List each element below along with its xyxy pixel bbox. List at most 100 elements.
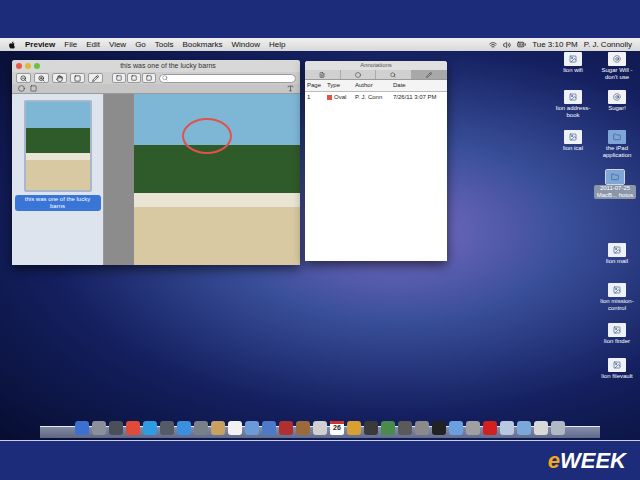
thumbnail-label: this was one of the lucky barns [15,195,101,211]
desktop-icon[interactable]: lion ical [552,130,594,152]
view-thumbs-button[interactable] [127,73,141,83]
dock-app-icon[interactable] [194,421,208,435]
zoom-out-button[interactable] [16,73,31,83]
apple-icon[interactable] [8,41,16,49]
tool-tab[interactable] [341,70,377,79]
dock-app-icon[interactable] [75,421,89,435]
dock-app-icon[interactable] [483,421,497,435]
dock-app-icon[interactable] [432,421,446,435]
view-grid-button[interactable] [142,73,156,83]
desktop-icon[interactable]: lion mission-control [596,283,638,312]
dock-app-icon[interactable] [211,421,225,435]
dock-app-icon[interactable] [551,421,565,435]
view-single-button[interactable] [112,73,126,83]
window-title: this was one of the lucky barns [40,61,296,72]
menu-item[interactable]: Go [135,39,146,51]
desktop-icon[interactable]: lion filevault [596,358,638,380]
dock-app-icon[interactable] [415,421,429,435]
wifi-icon[interactable] [489,41,497,49]
table-row[interactable]: 1OvalP. J. Conn7/26/11 3:07 PM [305,92,447,103]
desktop-icon[interactable]: lion wifi [552,52,594,74]
view-icon [116,75,122,81]
type-cell: Oval [327,93,355,102]
dock-app-icon[interactable] [143,421,157,435]
dock-app-icon[interactable] [160,421,174,435]
rectangle-tool-icon[interactable] [30,85,37,92]
menu-item[interactable]: Edit [86,39,100,51]
battery-icon[interactable] [517,40,526,49]
icon-label: 2011-07-25 MacB... hotos [594,185,636,199]
tab-icon [390,72,396,78]
dock-app-icon[interactable] [126,421,140,435]
move-button[interactable] [52,73,67,83]
icon-label: lion finder [596,338,638,345]
dock-app-icon[interactable] [500,421,514,435]
app-menu[interactable]: Preview [25,39,55,51]
hand-icon [56,75,63,82]
user-name[interactable]: P. J. Connolly [584,39,632,51]
search-field[interactable] [159,74,296,83]
menu-item[interactable]: Help [269,39,285,51]
desktop-icon[interactable]: the iPad application [596,130,638,159]
desktop-icon[interactable]: Sugar! [596,90,638,112]
minimize-button[interactable] [25,63,31,69]
menu-item[interactable]: View [109,39,126,51]
dock-app-icon[interactable] [313,421,327,435]
column-header[interactable]: Type [327,81,355,90]
dock-app-icon[interactable] [517,421,531,435]
column-header[interactable]: Date [393,81,445,90]
dock-app-icon[interactable] [398,421,412,435]
window-controls [16,63,40,69]
tool-tab[interactable] [376,70,412,79]
zoom-in-button[interactable] [34,73,49,83]
tool-tab[interactable] [305,70,341,79]
author-cell: P. J. Conn [355,93,393,102]
menu-item[interactable]: Tools [155,39,174,51]
desktop-icon[interactable]: 2011-07-25 MacB... hotos [594,170,636,199]
oval-tool-icon[interactable] [18,85,25,92]
dock-app-icon[interactable] [245,421,259,435]
menu-item[interactable]: Bookmarks [183,39,223,51]
column-header[interactable]: Author [355,81,393,90]
zoom-button[interactable] [34,63,40,69]
annotation-toolbar [12,84,300,94]
tool-tab[interactable] [412,70,448,79]
dock-app-icon[interactable] [381,421,395,435]
dock-app-icon[interactable] [279,421,293,435]
icon-label: lion filevault [596,373,638,380]
select-button[interactable] [70,73,85,83]
close-button[interactable] [16,63,22,69]
desktop-icon[interactable]: lion address-book [552,90,594,119]
desktop-icon[interactable]: lion mail [596,243,638,265]
oval-annotation[interactable] [182,118,232,154]
dock-app-icon[interactable] [92,421,106,435]
screenshot-icon [613,286,621,294]
dock-app-icon[interactable] [296,421,310,435]
folder-icon [613,133,621,141]
dock-app-icon[interactable] [228,421,242,435]
dock-app-icon[interactable] [534,421,548,435]
icon-label: the iPad application [596,145,638,159]
volume-icon[interactable] [503,41,511,49]
menu-item[interactable]: File [64,39,77,51]
annotate-button[interactable] [88,73,103,83]
desktop-icon[interactable]: lion finder [596,323,638,345]
search-icon [162,75,168,81]
menu-item[interactable]: Window [232,39,260,51]
icon-label: lion address-book [552,105,594,119]
page-thumbnail[interactable] [24,100,92,192]
column-header[interactable]: Page [307,81,327,90]
dock-app-icon[interactable] [262,421,276,435]
calendar-dock-icon[interactable]: 26 [330,421,344,435]
dock-app-icon[interactable] [347,421,361,435]
view-icon [131,75,137,81]
dock-app-icon[interactable] [364,421,378,435]
title-bar: this was one of the lucky barns [12,60,300,72]
text-tool-icon[interactable] [287,85,294,92]
dock-app-icon[interactable] [177,421,191,435]
dock-app-icon[interactable] [449,421,463,435]
dock-app-icon[interactable] [109,421,123,435]
dock-app-icon[interactable] [466,421,480,435]
clock[interactable]: Tue 3:10 PM [532,39,578,51]
desktop-icon[interactable]: Sugar Will - don't use [596,52,638,81]
